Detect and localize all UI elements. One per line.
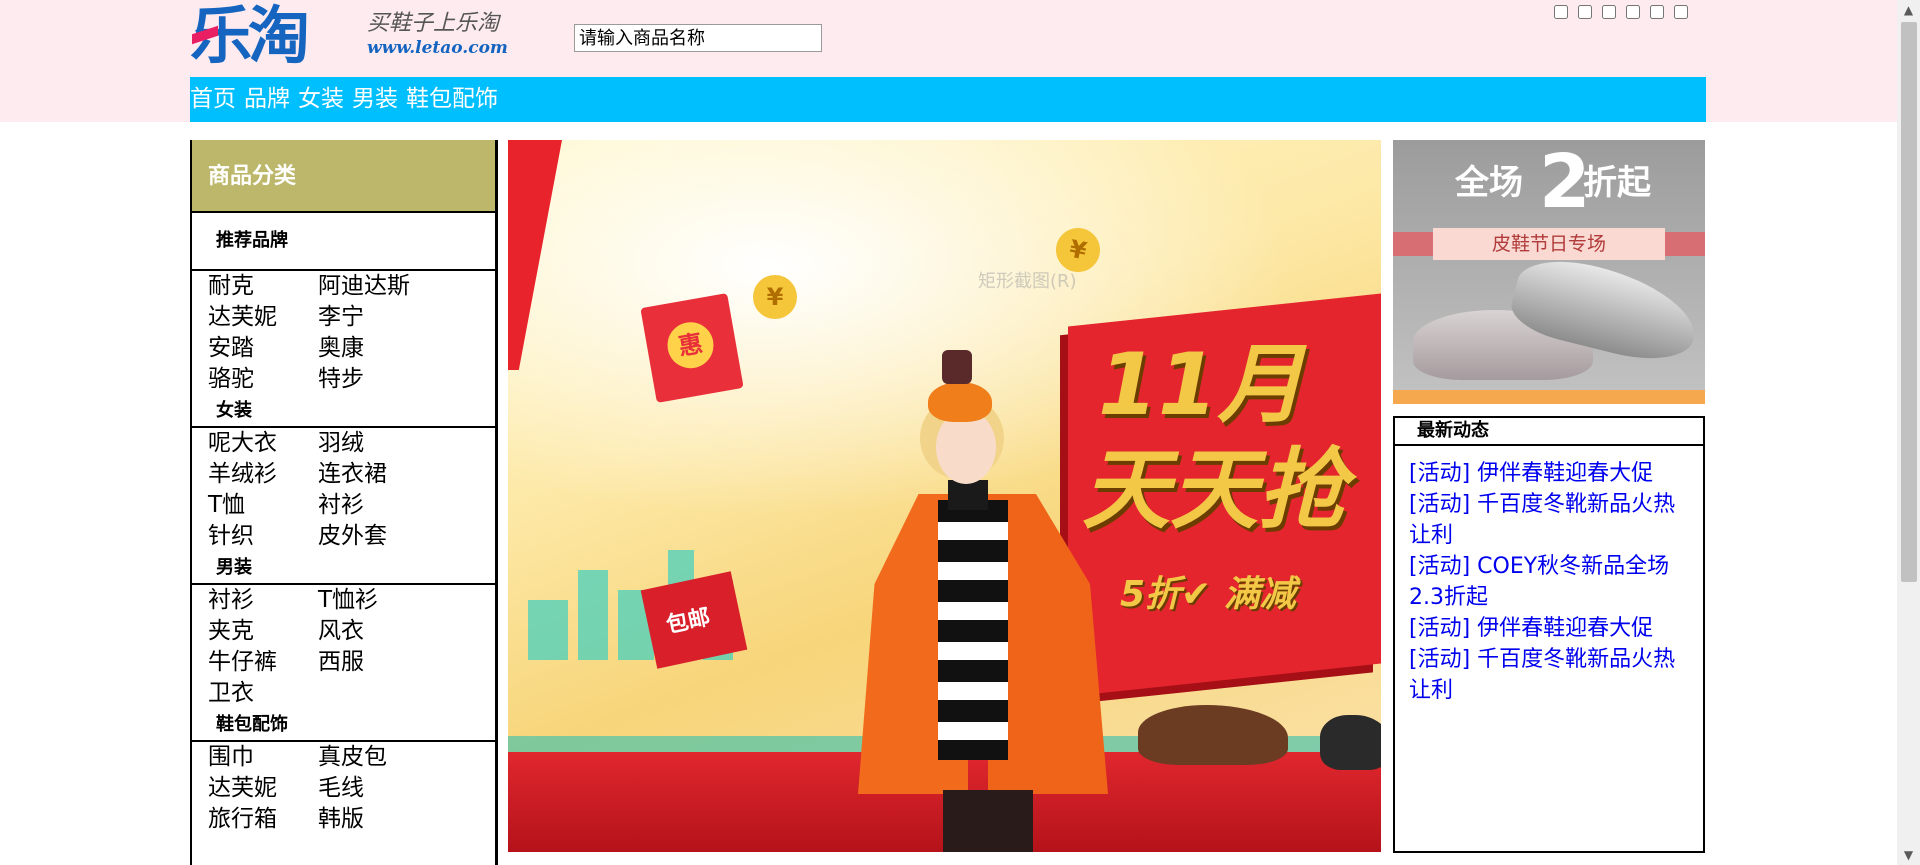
category-link[interactable]: 达芙妮 [208,302,318,333]
category-link[interactable]: 韩版 [318,804,468,835]
category-link[interactable]: 李宁 [318,302,468,333]
banner-headline-month: 11月 [1098,335,1304,435]
promo-headline-left: 全场 [1455,163,1523,203]
news-list: [活动] 伊伴春鞋迎春大促 [活动] 千百度冬靴新品火热让利 [活动] COEY秋冬… [1395,446,1703,706]
category-link[interactable]: 羽绒 [318,428,468,459]
category-title: 商品分类 [192,140,495,213]
nav-mens[interactable]: 男装 [352,77,398,122]
banner-headline-sub: 5折✔ 满减 [1120,574,1296,615]
letao-logo[interactable]: 乐淘 [190,0,310,72]
category-link[interactable]: 达芙妮 [208,773,318,804]
category-panel: 商品分类 推荐品牌 耐克 阿迪达斯 达芙妮 李宁 安踏 奥康 骆驼 特步 女装 呢大衣 羽绒 羊绒衫 连衣… [190,140,498,865]
baoyou-label: 包邮 [664,604,713,639]
category-link[interactable]: 旅行箱 [208,804,318,835]
top-checkbox-group [1554,5,1688,25]
slogan-chinese: 买鞋子上乐淘 [367,11,500,36]
top-checkbox[interactable] [1650,5,1664,19]
page-scrollbar[interactable]: ▲ ▼ [1897,0,1920,865]
category-link[interactable]: 毛线 [318,773,468,804]
category-link[interactable]: 安踏 [208,333,318,364]
banner-headline-main: 天天抢 [1082,438,1347,541]
news-title: 最新动态 [1395,418,1703,446]
category-link[interactable]: 真皮包 [318,742,468,773]
category-item-grid: 呢大衣 羽绒 羊绒衫 连衣裙 T恤 衬衫 针织 皮外套 [192,428,495,552]
scroll-down-icon[interactable]: ▼ [1897,845,1920,865]
scroll-thumb[interactable] [1901,22,1917,582]
category-link[interactable]: 特步 [318,364,468,395]
category-section-title: 女装 [216,400,252,421]
category-link[interactable]: 皮外套 [318,521,468,552]
category-body: 推荐品牌 耐克 阿迪达斯 达芙妮 李宁 安踏 奥康 骆驼 特步 女装 呢大衣 羽绒 羊绒衫 连衣裙 T恤 衬衫… [192,213,495,835]
category-item-grid: 耐克 阿迪达斯 达芙妮 李宁 安踏 奥康 骆驼 特步 [192,271,495,395]
category-link[interactable]: 夹克 [208,616,318,647]
category-link[interactable]: 奥康 [318,333,468,364]
nav-shoes-bags[interactable]: 鞋包配饰 [406,77,498,122]
hui-badge: 惠 [663,318,718,372]
hui-envelope-icon: 惠 [640,293,744,403]
category-item-grid: 围巾 真皮包 达芙妮 毛线 旅行箱 韩版 [192,742,495,835]
top-checkbox[interactable] [1626,5,1640,19]
category-section-title: 推荐品牌 [216,230,288,251]
top-checkbox[interactable] [1578,5,1592,19]
banner-shoe [1320,715,1381,770]
category-link[interactable]: 呢大衣 [208,428,318,459]
coin-icon: ¥ [753,275,797,319]
banner-model [838,290,1108,852]
category-link[interactable]: T恤 [208,490,318,521]
nav-womens[interactable]: 女装 [298,77,344,122]
nav-brand[interactable]: 品牌 [244,77,290,122]
news-link[interactable]: [活动] 千百度冬靴新品火热让利 [1409,489,1697,551]
top-checkbox[interactable] [1674,5,1688,19]
category-link[interactable]: 衬衫 [318,490,468,521]
category-link[interactable]: 风衣 [318,616,468,647]
promo-floor [1393,390,1705,404]
hero-banner[interactable]: 11月 天天抢 5折✔ 满减 惠 包邮 ¥ ¥ 矩形截图(R) [508,140,1381,852]
top-checkbox[interactable] [1602,5,1616,19]
news-link[interactable]: [活动] 伊伴春鞋迎春大促 [1409,613,1697,644]
search-input[interactable] [574,24,822,52]
slogan: 买鞋子上乐淘 www.letao.com [365,10,508,60]
category-section-title: 鞋包配饰 [216,714,288,735]
news-link[interactable]: [活动] 千百度冬靴新品火热让利 [1409,644,1697,706]
category-link[interactable]: 羊绒衫 [208,459,318,490]
category-link[interactable]: 牛仔裤 [208,647,318,678]
category-link[interactable]: 连衣裙 [318,459,468,490]
promo-discount-number: 2 [1539,140,1591,225]
banner-shoe [1138,705,1288,765]
nav-home[interactable]: 首页 [190,77,236,122]
category-link[interactable]: 阿迪达斯 [318,271,468,302]
category-section-title: 男装 [216,557,252,578]
news-link[interactable]: [活动] COEY秋冬新品全场2.3折起 [1409,551,1697,613]
category-link[interactable]: 西服 [318,647,468,678]
category-item-grid: 衬衫 T恤衫 夹克 风衣 牛仔裤 西服 卫衣 [192,585,495,709]
category-link[interactable]: 卫衣 [208,678,318,709]
category-link[interactable]: 衬衫 [208,585,318,616]
category-link[interactable]: 围巾 [208,742,318,773]
promo-ad[interactable]: 全场 折起 2 皮鞋节日专场 [1393,140,1705,404]
news-panel: 最新动态 [活动] 伊伴春鞋迎春大促 [活动] 千百度冬靴新品火热让利 [活动] C… [1393,416,1705,853]
screenshot-watermark: 矩形截图(R) [978,271,1077,292]
category-link[interactable]: 骆驼 [208,364,318,395]
scroll-up-icon[interactable]: ▲ [1897,0,1920,20]
top-checkbox[interactable] [1554,5,1568,19]
category-link[interactable]: 耐克 [208,271,318,302]
main-nav: 首页 品牌 女装 男装 鞋包配饰 [190,77,1706,122]
news-link[interactable]: [活动] 伊伴春鞋迎春大促 [1409,458,1697,489]
promo-headline-right: 折起 [1583,163,1651,203]
slogan-url: www.letao.com [367,38,508,58]
category-link[interactable]: T恤衫 [318,585,468,616]
promo-ribbon: 皮鞋节日专场 [1433,228,1665,260]
category-link[interactable]: 针织 [208,521,318,552]
